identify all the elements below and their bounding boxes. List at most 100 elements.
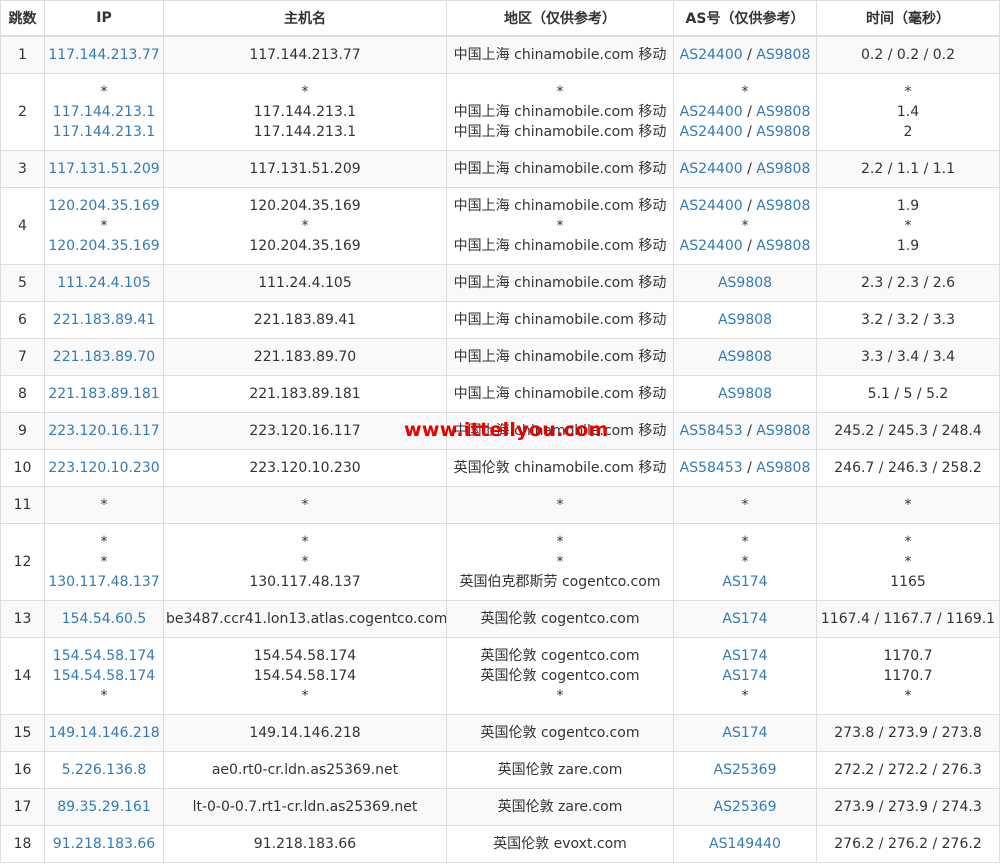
latency-text: 276.2 / 276.2 / 276.2 bbox=[834, 835, 982, 852]
ip-link[interactable]: 221.183.89.70 bbox=[47, 347, 161, 367]
asn-link[interactable]: AS9808 bbox=[718, 386, 772, 402]
header-hostname: 主机名 bbox=[163, 0, 447, 37]
asn-link[interactable]: AS24400 bbox=[680, 198, 743, 214]
table-row: 17 89.35.29.161 lt-0-0-0.7.rt1-cr.ldn.as25… bbox=[0, 787, 1000, 826]
asn-cell: AS174 bbox=[673, 713, 817, 752]
asn-link[interactable]: AS9808 bbox=[756, 238, 810, 254]
ip-link[interactable]: 154.54.58.174 bbox=[47, 666, 161, 686]
region-text: 中国上海 chinamobile.com 移动 bbox=[453, 46, 667, 63]
latency-text: 1170.7 bbox=[883, 647, 933, 664]
time-cell: 1170.7 1170.7 * bbox=[816, 636, 1000, 715]
hop-cell: 15 bbox=[0, 713, 45, 752]
hostname-cell: 223.120.16.117 bbox=[163, 411, 447, 450]
ip-link[interactable]: 120.204.35.169 bbox=[47, 236, 161, 256]
ip-link[interactable]: 5.226.136.8 bbox=[47, 760, 161, 780]
header-region: 地区（仅供参考） bbox=[446, 0, 674, 37]
ip-link[interactable]: 221.183.89.41 bbox=[47, 310, 161, 330]
asn-link[interactable]: AS24400 bbox=[680, 104, 743, 120]
asn-link[interactable]: AS58453 bbox=[680, 423, 743, 439]
region-text: 英国伦敦 cogentco.com bbox=[480, 724, 640, 741]
asn-link[interactable]: AS9808 bbox=[718, 349, 772, 365]
hop-cell: 16 bbox=[0, 750, 45, 789]
table-row: 15 149.14.146.218 149.14.146.218 英国伦敦 cogen… bbox=[0, 713, 1000, 752]
asn-link[interactable]: AS24400 bbox=[680, 47, 743, 63]
asn-link[interactable]: AS174 bbox=[722, 725, 767, 741]
table-row: 9 223.120.16.117 223.120.16.117 中国上海 chinam… bbox=[0, 411, 1000, 450]
asn-link[interactable]: AS24400 bbox=[680, 161, 743, 177]
hop-number: 15 bbox=[13, 724, 32, 741]
ip-link[interactable]: 117.131.51.209 bbox=[47, 159, 161, 179]
asn-link[interactable]: AS9808 bbox=[756, 161, 810, 177]
asn-link[interactable]: AS9808 bbox=[756, 198, 810, 214]
asn-link[interactable]: AS24400 bbox=[680, 238, 743, 254]
hostname-text: * bbox=[301, 496, 309, 513]
ip-link[interactable]: 120.204.35.169 bbox=[47, 196, 161, 216]
asn-line: AS9808 bbox=[676, 273, 814, 293]
region-text: * bbox=[556, 217, 564, 234]
asn-line: AS24400 / AS9808 bbox=[676, 102, 814, 122]
asn-cell: AS25369 bbox=[673, 750, 817, 789]
hostname-text: 117.144.213.1 bbox=[253, 103, 357, 120]
asn-link[interactable]: AS25369 bbox=[714, 762, 777, 778]
asn-link[interactable]: AS174 bbox=[722, 574, 767, 590]
asn-link[interactable]: AS9808 bbox=[718, 275, 772, 291]
asn-link[interactable]: AS9808 bbox=[756, 460, 810, 476]
asn-timeout: * bbox=[741, 83, 749, 100]
asn-link[interactable]: AS174 bbox=[722, 668, 767, 684]
table-body: 1 117.144.213.77 117.144.213.77 中国上海 chinam… bbox=[0, 35, 1000, 863]
region-text: 中国上海 chinamobile.com 移动 bbox=[453, 123, 667, 140]
asn-line: AS58453 / AS9808 bbox=[676, 421, 814, 441]
ip-link[interactable]: 223.120.16.117 bbox=[47, 421, 161, 441]
asn-link[interactable]: AS25369 bbox=[714, 799, 777, 815]
asn-line: AS25369 bbox=[676, 797, 814, 817]
ip-link[interactable]: 91.218.183.66 bbox=[47, 834, 161, 854]
ip-link[interactable]: 154.54.58.174 bbox=[47, 646, 161, 666]
ip-link[interactable]: 130.117.48.137 bbox=[47, 572, 161, 592]
asn-link[interactable]: AS9808 bbox=[718, 312, 772, 328]
ip-cell: 221.183.89.70 bbox=[44, 337, 164, 376]
hostname-cell: 154.54.58.174 154.54.58.174 * bbox=[163, 636, 447, 715]
latency-text: 1.9 bbox=[896, 197, 920, 214]
ip-link[interactable]: 149.14.146.218 bbox=[47, 723, 161, 743]
asn-link[interactable]: AS24400 bbox=[680, 124, 743, 140]
hostname-text: 154.54.58.174 bbox=[253, 647, 357, 664]
asn-link[interactable]: AS9808 bbox=[756, 124, 810, 140]
time-cell: 276.2 / 276.2 / 276.2 bbox=[816, 824, 1000, 863]
time-cell: * bbox=[816, 485, 1000, 524]
hop-cell: 14 bbox=[0, 636, 45, 715]
hop-cell: 6 bbox=[0, 300, 45, 339]
ip-cell: * 117.144.213.1 117.144.213.1 bbox=[44, 72, 164, 151]
hostname-cell: * * 130.117.48.137 bbox=[163, 522, 447, 601]
region-text: * bbox=[556, 533, 564, 550]
time-cell: * * 1165 bbox=[816, 522, 1000, 601]
hostname-text: be3487.ccr41.lon13.atlas.cogentco.com bbox=[166, 610, 447, 627]
ip-link[interactable]: 117.144.213.1 bbox=[47, 122, 161, 142]
asn-link[interactable]: AS9808 bbox=[756, 47, 810, 63]
ip-link[interactable]: 117.144.213.1 bbox=[47, 102, 161, 122]
ip-timeout: * bbox=[100, 496, 108, 513]
ip-link[interactable]: 223.120.10.230 bbox=[47, 458, 161, 478]
ip-cell: 223.120.10.230 bbox=[44, 448, 164, 487]
ip-timeout: * bbox=[100, 217, 108, 234]
asn-link[interactable]: AS9808 bbox=[756, 423, 810, 439]
ip-link[interactable]: 89.35.29.161 bbox=[47, 797, 161, 817]
table-row: 11 * * * * * bbox=[0, 485, 1000, 524]
hop-number: 3 bbox=[18, 160, 27, 177]
ip-link[interactable]: 154.54.60.5 bbox=[47, 609, 161, 629]
header-asn: AS号（仅供参考） bbox=[673, 0, 817, 37]
asn-link[interactable]: AS174 bbox=[722, 648, 767, 664]
asn-link[interactable]: AS174 bbox=[722, 611, 767, 627]
asn-separator: / bbox=[742, 103, 757, 120]
asn-link[interactable]: AS9808 bbox=[756, 104, 810, 120]
ip-link[interactable]: 221.183.89.181 bbox=[47, 384, 161, 404]
asn-line: AS24400 / AS9808 bbox=[676, 196, 814, 216]
ip-link[interactable]: 111.24.4.105 bbox=[47, 273, 161, 293]
latency-text: 3.2 / 3.2 / 3.3 bbox=[860, 311, 956, 328]
hostname-text: 130.117.48.137 bbox=[249, 573, 361, 590]
region-text: 中国上海 chinamobile.com 移动 bbox=[453, 348, 667, 365]
asn-cell: AS149440 bbox=[673, 824, 817, 863]
asn-link[interactable]: AS58453 bbox=[680, 460, 743, 476]
ip-link[interactable]: 117.144.213.77 bbox=[47, 45, 161, 65]
asn-separator: / bbox=[742, 160, 757, 177]
asn-link[interactable]: AS149440 bbox=[709, 836, 781, 852]
